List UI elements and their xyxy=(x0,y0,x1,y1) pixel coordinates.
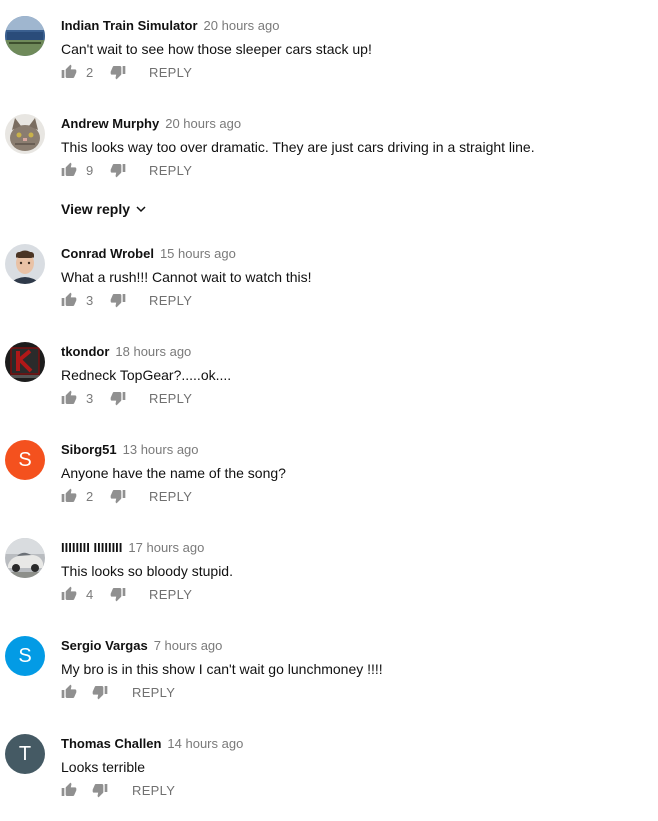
comment-actions: 2 REPLY xyxy=(61,64,192,80)
timestamp[interactable]: 17 hours ago xyxy=(128,540,204,555)
comment-actions: 3 REPLY xyxy=(61,390,192,406)
reply-button[interactable]: REPLY xyxy=(149,391,192,406)
avatar[interactable] xyxy=(5,114,45,154)
reply-button[interactable]: REPLY xyxy=(149,163,192,178)
avatar-letter: S xyxy=(18,644,32,667)
thumbs-up-icon[interactable] xyxy=(61,64,77,80)
author-name[interactable]: Siborg51 xyxy=(61,442,117,457)
like-count: 3 xyxy=(86,390,94,406)
like-count: 2 xyxy=(86,488,94,504)
view-reply-button[interactable]: View reply xyxy=(61,201,147,217)
comment-header: IIIIIIII IIIIIIII 17 hours ago xyxy=(61,540,204,556)
timestamp[interactable]: 18 hours ago xyxy=(115,344,191,359)
comment-header: tkondor 18 hours ago xyxy=(61,344,191,360)
like-count: 3 xyxy=(86,292,94,308)
comment-text: Redneck TopGear?.....ok.... xyxy=(61,367,232,383)
thumbs-up-icon[interactable] xyxy=(61,162,77,178)
comment-text: My bro is in this show I can't wait go l… xyxy=(61,661,383,677)
thumbs-down-icon[interactable] xyxy=(110,64,126,80)
thumbs-down-icon[interactable] xyxy=(110,390,126,406)
reply-button[interactable]: REPLY xyxy=(132,783,175,798)
author-name[interactable]: IIIIIIII IIIIIIII xyxy=(61,540,122,555)
author-name[interactable]: Conrad Wrobel xyxy=(61,246,154,261)
thumbs-down-icon[interactable] xyxy=(92,782,108,798)
like-count: 4 xyxy=(86,586,94,602)
like-count: 2 xyxy=(86,64,94,80)
reply-button[interactable]: REPLY xyxy=(149,65,192,80)
comment-text: What a rush!!! Cannot wait to watch this… xyxy=(61,269,312,285)
comment-actions: 2 REPLY xyxy=(61,488,192,504)
thumbs-up-icon[interactable] xyxy=(61,782,77,798)
comment-header: Sergio Vargas 7 hours ago xyxy=(61,638,222,654)
author-name[interactable]: Thomas Challen xyxy=(61,736,161,751)
thumbs-up-icon[interactable] xyxy=(61,292,77,308)
avatar[interactable] xyxy=(5,342,45,382)
comment-actions: 3 REPLY xyxy=(61,292,192,308)
timestamp[interactable]: 20 hours ago xyxy=(165,116,241,131)
thumbs-up-icon[interactable] xyxy=(61,390,77,406)
thumbs-down-icon[interactable] xyxy=(92,684,108,700)
comment-header: Conrad Wrobel 15 hours ago xyxy=(61,246,236,262)
comment-header: Siborg51 13 hours ago xyxy=(61,442,199,458)
author-name[interactable]: Andrew Murphy xyxy=(61,116,159,131)
avatar[interactable] xyxy=(5,244,45,284)
reply-button[interactable]: REPLY xyxy=(149,293,192,308)
comment-actions: 4 REPLY xyxy=(61,586,192,602)
timestamp[interactable]: 20 hours ago xyxy=(204,18,280,33)
comment-text: Anyone have the name of the song? xyxy=(61,465,286,481)
comment-text: Looks terrible xyxy=(61,759,146,775)
like-count: 9 xyxy=(86,162,94,178)
timestamp[interactable]: 13 hours ago xyxy=(123,442,199,457)
comment-actions: 9 REPLY xyxy=(61,162,192,178)
timestamp[interactable]: 15 hours ago xyxy=(160,246,236,261)
avatar[interactable] xyxy=(5,538,45,578)
timestamp[interactable]: 14 hours ago xyxy=(167,736,243,751)
author-name[interactable]: tkondor xyxy=(61,344,109,359)
chevron-down-icon xyxy=(136,206,146,213)
comment-actions: REPLY xyxy=(61,782,175,798)
author-name[interactable]: Indian Train Simulator xyxy=(61,18,198,33)
avatar-letter: T xyxy=(18,742,32,765)
comment-header: Thomas Challen 14 hours ago xyxy=(61,736,243,752)
comment-actions: REPLY xyxy=(61,684,175,700)
thumbs-down-icon[interactable] xyxy=(110,586,126,602)
thumbs-up-icon[interactable] xyxy=(61,684,77,700)
avatar[interactable]: S xyxy=(5,636,45,676)
avatar[interactable]: S xyxy=(5,440,45,480)
reply-button[interactable]: REPLY xyxy=(149,587,192,602)
avatar[interactable] xyxy=(5,16,45,56)
comment-header: Indian Train Simulator 20 hours ago xyxy=(61,18,279,34)
comment-text: Can't wait to see how those sleeper cars… xyxy=(61,41,372,57)
comment-text: This looks way too over dramatic. They a… xyxy=(61,139,535,155)
comment-text: This looks so bloody stupid. xyxy=(61,563,233,579)
reply-button[interactable]: REPLY xyxy=(149,489,192,504)
thumbs-down-icon[interactable] xyxy=(110,488,126,504)
avatar-letter: S xyxy=(18,448,32,471)
reply-button[interactable]: REPLY xyxy=(132,685,175,700)
thumbs-down-icon[interactable] xyxy=(110,292,126,308)
view-reply-label: View reply xyxy=(61,201,131,217)
thumbs-up-icon[interactable] xyxy=(61,488,77,504)
comment-header: Andrew Murphy 20 hours ago xyxy=(61,116,241,132)
thumbs-down-icon[interactable] xyxy=(110,162,126,178)
timestamp[interactable]: 7 hours ago xyxy=(154,638,223,653)
author-name[interactable]: Sergio Vargas xyxy=(61,638,148,653)
avatar[interactable]: T xyxy=(5,734,45,774)
thumbs-up-icon[interactable] xyxy=(61,586,77,602)
